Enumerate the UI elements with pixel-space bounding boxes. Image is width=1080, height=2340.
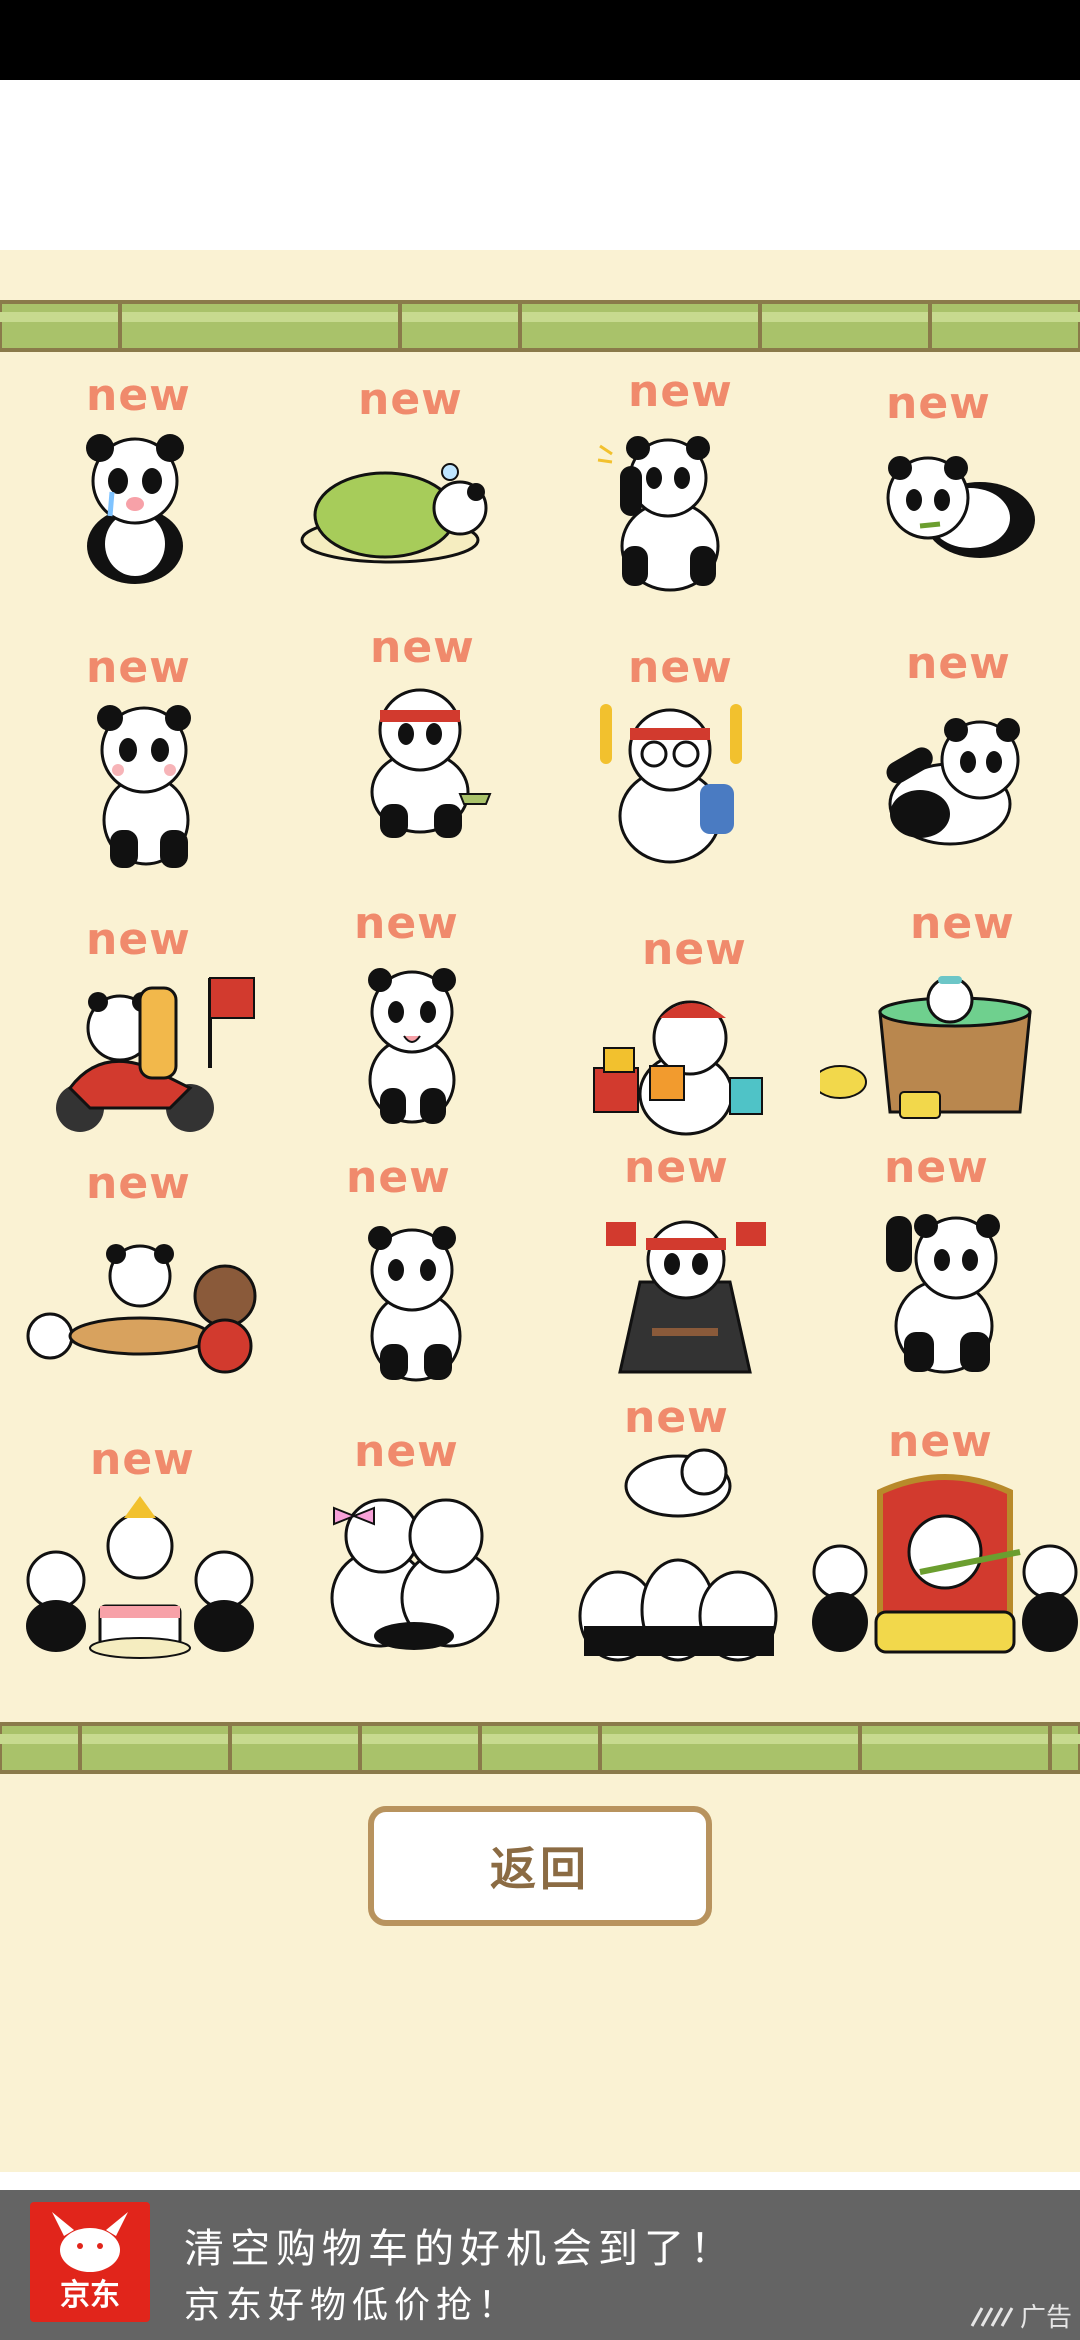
sticker-cell[interactable]: new [540,366,810,634]
top-spacer [0,80,1080,250]
bamboo-divider-bottom [0,1722,1080,1774]
panda-cheering-sticker [600,704,742,864]
sticker-cell[interactable]: new [540,1142,810,1426]
sticker-cell[interactable]: new [270,1426,540,1690]
sticker-cell[interactable]: new [270,622,540,898]
sticker-cell[interactable]: new [0,1158,270,1426]
ad-headline: 清空购物车的好机会到了！ [184,2226,736,2272]
sticker-cell[interactable]: new [0,370,270,634]
panda-smiling-sticker [368,1226,462,1382]
new-label: new [86,1158,191,1209]
new-label: new [86,642,191,693]
bamboo-divider-top [0,300,1080,352]
sticker-cell[interactable]: new [810,898,1080,1162]
sticker-cell[interactable]: new [810,1142,1080,1426]
jd-logo: 京东 [30,2202,150,2322]
sticker-cell[interactable]: new [540,1392,810,1690]
sticker-cell[interactable]: new [270,370,540,634]
panda-pyramid-sticker [578,1448,778,1662]
new-label: new [354,898,459,949]
sticker-cell[interactable]: new [810,634,1080,898]
sticker-cell[interactable]: new [0,898,270,1162]
back-button[interactable]: 返回 [368,1806,712,1926]
sticker-cell[interactable]: new [810,1416,1080,1690]
panda-family-table-sticker [26,1244,257,1374]
new-label: new [886,378,991,429]
new-label: new [370,622,475,673]
new-label: new [86,370,191,421]
new-label: new [910,898,1015,949]
new-label: new [628,366,733,417]
new-label: new [346,1152,451,1203]
panda-standing-sticker [97,705,191,868]
sticker-cell[interactable]: new [810,370,1080,634]
new-label: new [888,1416,993,1467]
panda-gifts-sticker [593,1000,763,1136]
ad-brand-icon [970,2306,1014,2327]
panda-raising-paw-sticker [886,1214,1000,1374]
panda-headband-sticker [370,688,492,838]
panda-couple-hug-sticker [330,1498,500,1650]
panda-throne-sticker [812,1474,1078,1654]
new-label: new [358,374,463,425]
panda-waving-sticker [597,436,720,592]
jd-logo-text: 京东 [60,2278,120,2313]
sticker-cell[interactable]: new [540,634,810,898]
new-label: new [354,1426,459,1477]
panda-coat-flags-sticker [606,1220,766,1374]
new-label: new [90,1434,195,1485]
new-label: new [642,924,747,975]
panda-bath-sticker [820,976,1032,1119]
panda-drooling-sticker [368,968,456,1124]
ad-label: 广告 [970,2297,1072,2334]
panda-sitting-sticker [886,718,1020,846]
panda-birthday-cake-sticker [26,1496,254,1659]
ad-banner[interactable]: 京东 清空购物车的好机会到了！ 京东好物低价抢！ 广告 [0,2190,1080,2340]
panda-motorbike-sticker [56,977,255,1132]
new-label: new [884,1142,989,1193]
new-label: new [86,914,191,965]
ad-tag-text: 广告 [1019,2303,1072,2333]
sticker-cell[interactable]: new [540,898,810,1162]
sticker-collection-panel: new new new new new new new new new new … [0,250,1080,2172]
status-bar [0,0,1080,80]
sticker-cell[interactable]: new [0,634,270,898]
new-label: new [624,1142,729,1193]
ad-subline: 京东好物低价抢！ [184,2285,521,2326]
panda-lying-sticker [886,456,1035,558]
new-label: new [906,638,1011,689]
panda-sleeping-sticker [300,463,488,564]
panda-crying-sticker [86,434,184,584]
new-label: new [624,1392,729,1443]
sticker-grid: new new new new new new new new new new … [0,366,1080,1700]
sticker-cell[interactable]: new [270,1152,540,1426]
sticker-cell[interactable]: new [270,898,540,1162]
sticker-cell[interactable]: new [0,1426,270,1690]
